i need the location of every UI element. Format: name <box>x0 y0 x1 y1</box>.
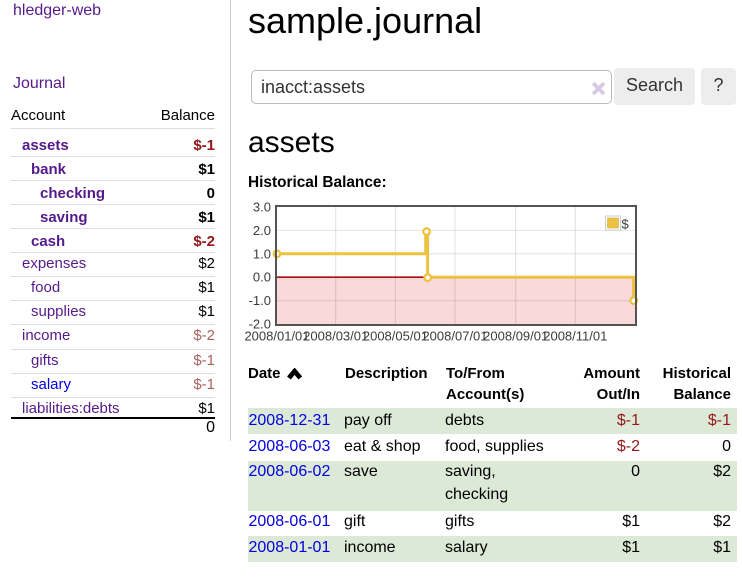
svg-text:2008/07/01: 2008/07/01 <box>422 329 487 344</box>
svg-text:$: $ <box>622 217 630 232</box>
svg-text:2.0: 2.0 <box>253 223 271 238</box>
svg-text:2008/01/01: 2008/01/01 <box>244 329 309 344</box>
svg-text:-1.0: -1.0 <box>249 293 271 308</box>
svg-text:2008/09/01: 2008/09/01 <box>483 329 548 344</box>
svg-text:3.0: 3.0 <box>253 200 271 215</box>
svg-text:2008/05/01: 2008/05/01 <box>363 329 428 344</box>
svg-text:2008/03/01: 2008/03/01 <box>303 329 368 344</box>
svg-text:1.0: 1.0 <box>253 246 271 261</box>
svg-text:2008/11/01: 2008/11/01 <box>543 329 607 344</box>
svg-text:0.0: 0.0 <box>253 270 271 285</box>
